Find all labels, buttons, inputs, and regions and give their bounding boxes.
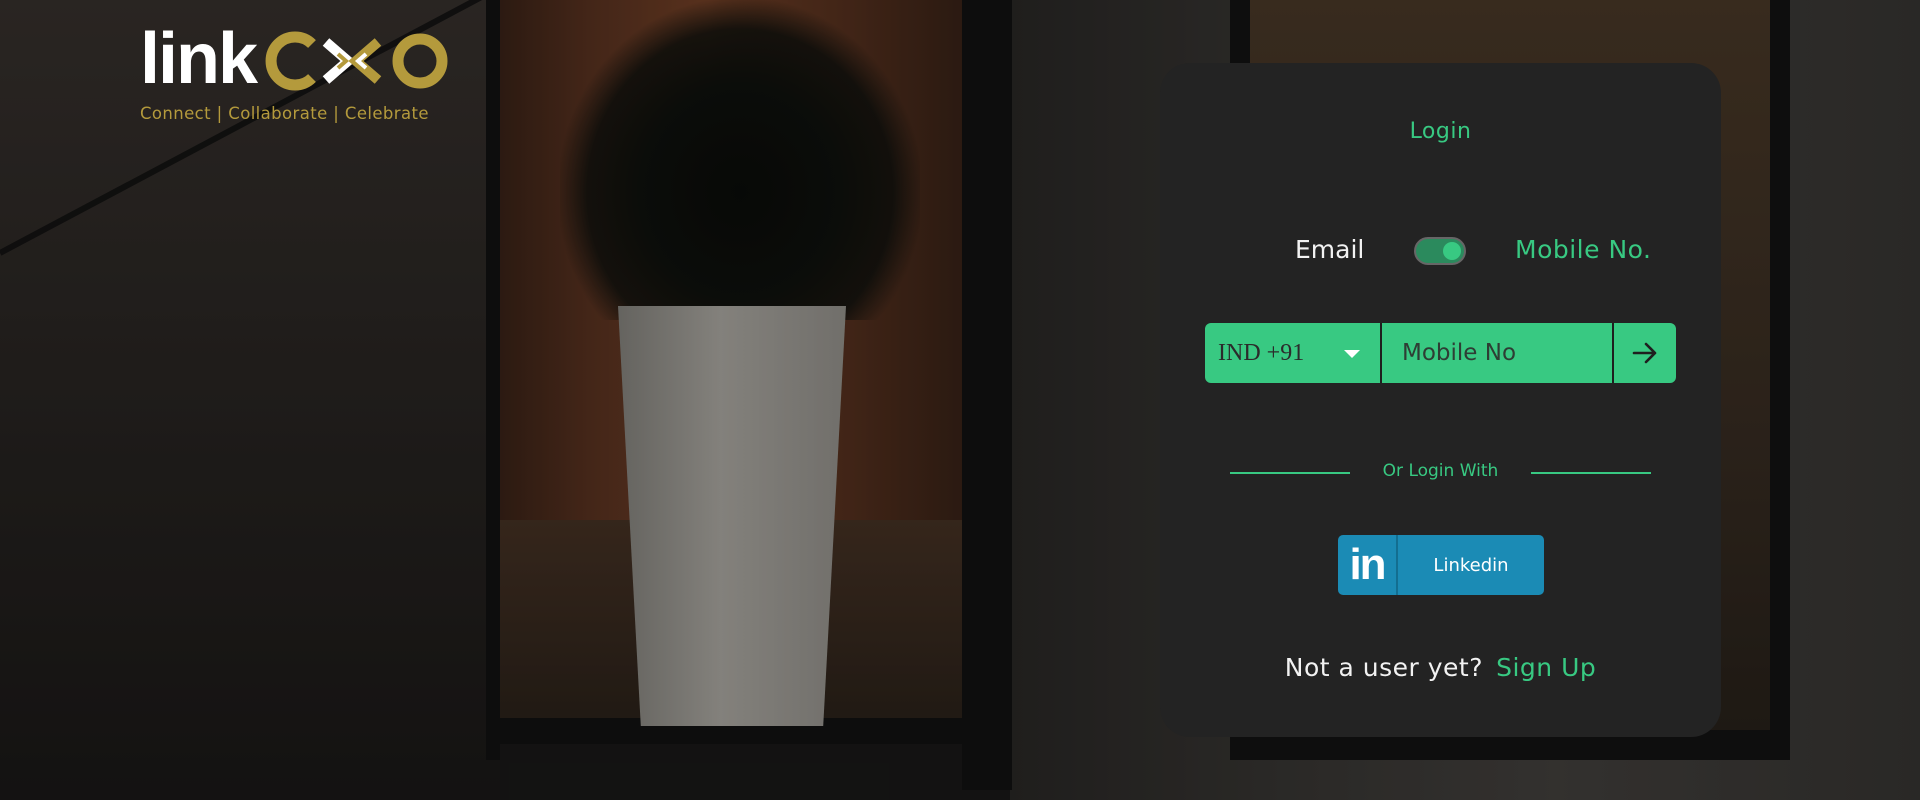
login-method-toggle-row: Email Mobile No. — [1160, 231, 1721, 271]
logo-cxo-mark — [265, 31, 448, 91]
signup-question: Not a user yet? — [1284, 653, 1483, 682]
login-title: Login — [1409, 119, 1472, 144]
signup-prompt: Not a user yet? Sign Up — [1160, 653, 1721, 682]
or-login-divider: Or Login With — [1230, 458, 1651, 488]
divider-line-right — [1531, 472, 1651, 474]
toggle-mobile-label[interactable]: Mobile No. — [1515, 235, 1651, 264]
logo-word-link: link — [140, 19, 258, 99]
chevron-down-icon — [1344, 350, 1360, 358]
phone-input-group: IND +91 — [1205, 323, 1676, 383]
logo-tagline: Connect | Collaborate | Celebrate — [140, 104, 429, 123]
arrow-right-icon — [1632, 342, 1657, 364]
logo-wordmark: link — [140, 19, 460, 99]
submit-arrow-button[interactable] — [1614, 323, 1676, 383]
toggle-email-label[interactable]: Email — [1295, 235, 1364, 264]
login-method-switch[interactable] — [1414, 237, 1466, 265]
switch-knob — [1443, 242, 1461, 260]
signup-link[interactable]: Sign Up — [1496, 653, 1596, 682]
mobile-number-input[interactable] — [1382, 323, 1614, 383]
brand-logo: link Connect | Collaborate | Celebrate — [140, 19, 460, 123]
linkedin-icon: in — [1338, 535, 1398, 595]
login-card: Login Email Mobile No. IND +91 Or Login … — [1160, 63, 1721, 737]
country-code-value: IND +91 — [1218, 339, 1305, 366]
or-login-with-text: Or Login With — [1382, 461, 1499, 481]
country-code-select[interactable]: IND +91 — [1205, 323, 1382, 383]
linkedin-button-label: Linkedin — [1433, 554, 1509, 576]
linkedin-login-button[interactable]: in Linkedin — [1338, 535, 1544, 595]
